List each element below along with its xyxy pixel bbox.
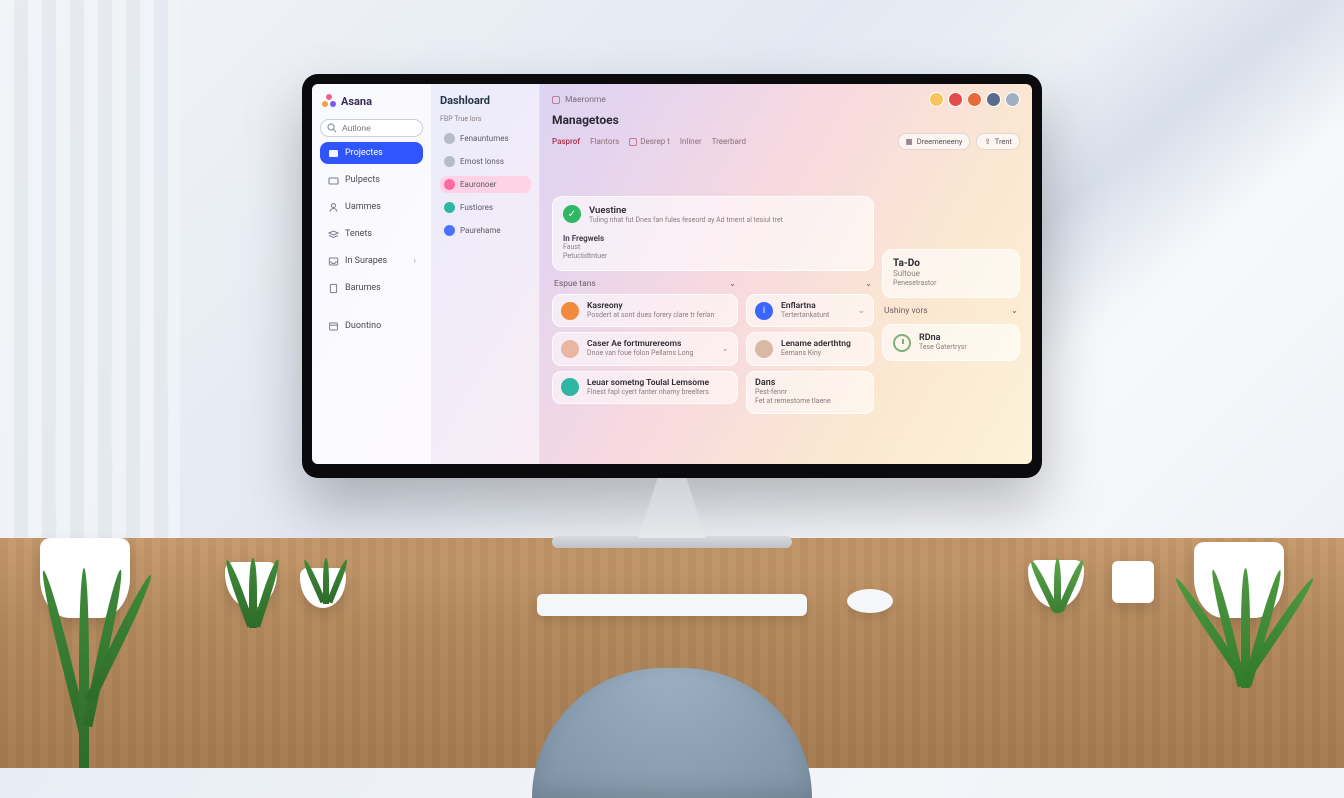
- avatar[interactable]: [1005, 92, 1020, 107]
- list-item[interactable]: Leuar sometng Toulal LemsomeFlnest fapl …: [552, 371, 738, 404]
- avatar[interactable]: [986, 92, 1001, 107]
- done-desc: Tuling nhat fut Dnes fan fules feseord a…: [589, 216, 783, 225]
- done-title: Vuestine: [589, 205, 783, 216]
- avatar[interactable]: [967, 92, 982, 107]
- brand[interactable]: Asana: [320, 92, 423, 114]
- avatar-icon: [561, 378, 579, 396]
- layers-icon: [327, 228, 339, 240]
- todo-title: Ta-Do: [893, 258, 1009, 269]
- dot-icon: [444, 133, 455, 144]
- overview-card: ✓ Vuestine Tuling nhat fut Dnes fan fule…: [552, 196, 874, 270]
- breadcrumb-icon: [552, 96, 560, 104]
- clock-icon: [893, 334, 911, 352]
- chevron-down-icon: ⌄: [857, 306, 865, 316]
- todo-desc: Penesetrastor: [893, 279, 1009, 288]
- topbar: Maeronme: [552, 92, 1020, 107]
- tab-4[interactable]: Treerbard: [712, 137, 746, 146]
- nav-barumes[interactable]: Barumes: [320, 277, 423, 299]
- monitor: Asana Projectes Pulpects: [302, 74, 1042, 548]
- toolbar: ▦Dreemeneeny ⇪Trent: [898, 133, 1020, 150]
- brand-name: Asana: [341, 95, 372, 108]
- sub-item-1[interactable]: Emost lonss: [440, 153, 531, 170]
- nav-uammes[interactable]: Uammes: [320, 196, 423, 218]
- list-item[interactable]: Lename aderthtngEemans Kiny: [746, 332, 874, 365]
- avatar[interactable]: [929, 92, 944, 107]
- brand-logo-icon: [322, 94, 336, 108]
- calendar-icon: [327, 320, 339, 332]
- search-input[interactable]: [320, 119, 423, 137]
- progress-title: In Fregwels: [563, 234, 863, 243]
- list-item[interactable]: i EnflartnaTertertankatunt ⌄: [746, 294, 874, 327]
- nav-duontino[interactable]: Duontino: [320, 315, 423, 337]
- upcoming-item[interactable]: RDna Tese Gatertrysr: [882, 324, 1020, 361]
- dot-icon: [444, 156, 455, 167]
- chevron-down-icon[interactable]: ⌄: [729, 279, 736, 289]
- share-icon: ⇪: [984, 137, 990, 146]
- list-item[interactable]: DansPest-fennrFet at remestome tlaene: [746, 371, 874, 414]
- main-area: Maeronme Managetoes Pasprof Flantors Des…: [540, 84, 1032, 464]
- app-window: Asana Projectes Pulpects: [312, 84, 1032, 464]
- tab-3[interactable]: Inliner: [680, 137, 702, 146]
- toolbar-button-left[interactable]: ▦Dreemeneeny: [898, 133, 971, 150]
- group-left-head: Espue tans⌄: [552, 279, 738, 289]
- toolbar-button-right[interactable]: ⇪Trent: [976, 133, 1020, 150]
- dot-icon: [444, 225, 455, 236]
- sub-item-0[interactable]: Fenauntumes: [440, 130, 531, 147]
- breadcrumb[interactable]: Maeronme: [552, 95, 606, 105]
- avatar-icon: [561, 340, 579, 358]
- grid-icon: ▦: [906, 137, 913, 146]
- todo-sub: Sultoue: [893, 269, 1009, 280]
- tab-1[interactable]: Flantors: [590, 137, 619, 146]
- avatar[interactable]: [948, 92, 963, 107]
- nav-insurapes[interactable]: In Surapes: [320, 250, 423, 272]
- tab-2[interactable]: Desrep t: [629, 137, 670, 146]
- tab-0[interactable]: Pasprof: [552, 137, 580, 146]
- search-field[interactable]: [342, 123, 416, 133]
- home-icon: [327, 147, 339, 159]
- list-item[interactable]: KasreonyPosdert at sont dues forery clar…: [552, 294, 738, 327]
- folder-icon: [327, 174, 339, 186]
- dot-icon: [444, 202, 455, 213]
- user-icon: [327, 201, 339, 213]
- check-icon: ✓: [563, 205, 581, 223]
- chevron-down-icon[interactable]: ⌄: [865, 279, 872, 289]
- inbox-icon: [327, 255, 339, 267]
- nav-projects[interactable]: Projectes: [320, 142, 423, 164]
- upcoming-head: Ushiny vors⌄: [882, 306, 1020, 316]
- chevron-down-icon: ⌄: [721, 344, 729, 354]
- doc-icon: [327, 282, 339, 294]
- sub-panel: Dashloard FBP True lors Fenauntumes Emos…: [432, 84, 540, 464]
- avatar-icon: [561, 302, 579, 320]
- progress-desc: Petuctidtntuer: [563, 252, 863, 261]
- todo-card[interactable]: Ta-Do Sultoue Penesetrastor: [882, 249, 1020, 298]
- subpanel-caption: FBP True lors: [440, 115, 531, 124]
- progress-sub: Faust: [563, 243, 863, 252]
- content: ✓ Vuestine Tuling nhat fut Dnes fan fule…: [552, 156, 1020, 454]
- dot-icon: [444, 179, 455, 190]
- sub-item-4[interactable]: Paurehame: [440, 222, 531, 239]
- nav-pulpects[interactable]: Pulpects: [320, 169, 423, 191]
- avatar-stack[interactable]: [929, 92, 1020, 107]
- nav-tenets[interactable]: Tenets: [320, 223, 423, 245]
- sub-item-2[interactable]: Eauronoer: [440, 176, 531, 193]
- avatar-icon: [755, 340, 773, 358]
- chevron-down-icon[interactable]: ⌄: [1011, 306, 1018, 316]
- group-mid-head: ⌄: [746, 279, 874, 289]
- sidebar: Asana Projectes Pulpects: [312, 84, 432, 464]
- page-title: Managetoes: [552, 113, 1020, 127]
- info-icon: i: [755, 302, 773, 320]
- tabs: Pasprof Flantors Desrep t Inliner Treerb…: [552, 133, 1020, 150]
- subpanel-title: Dashloard: [440, 94, 531, 107]
- sub-item-3[interactable]: Fustiores: [440, 199, 531, 216]
- tab-icon: [629, 138, 637, 146]
- list-item[interactable]: Caser Ae fortmurereomsDnoe van foue folo…: [552, 332, 738, 365]
- search-icon: [327, 123, 337, 133]
